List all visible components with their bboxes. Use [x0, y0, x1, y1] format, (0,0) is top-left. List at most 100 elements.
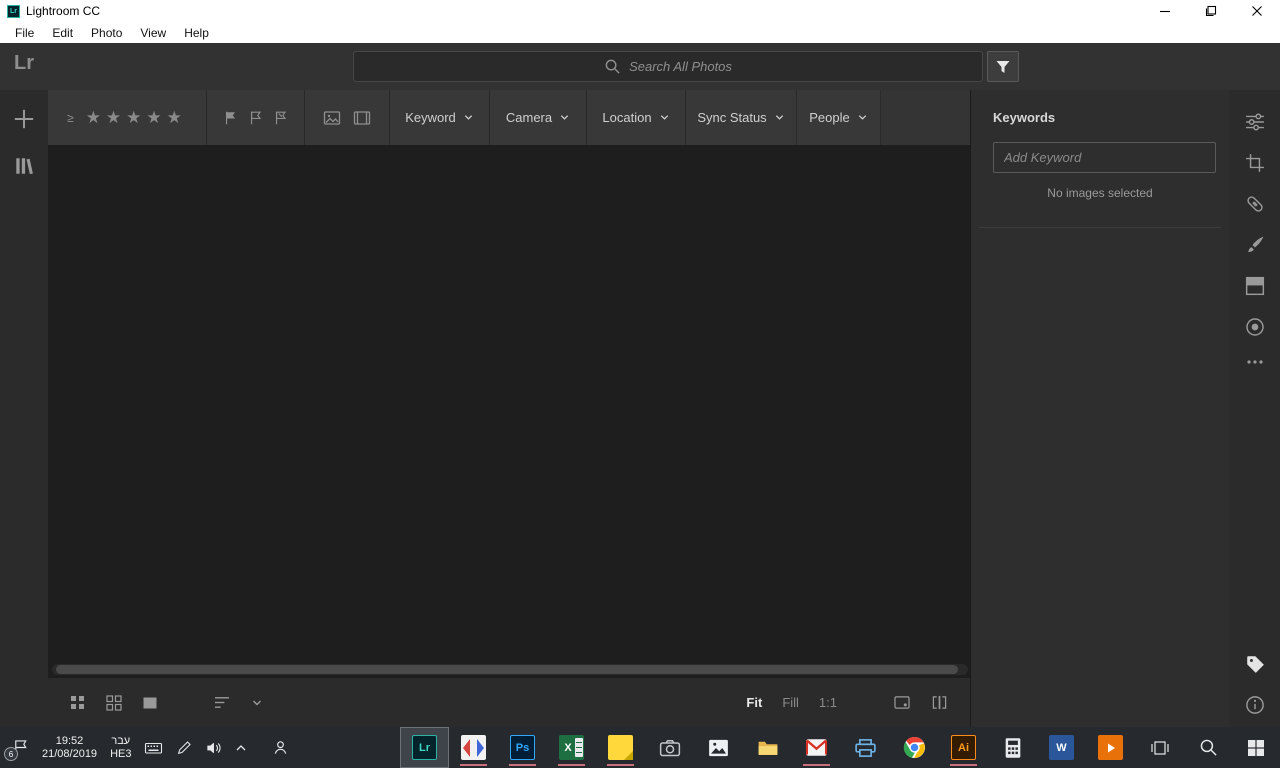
add-photos-button[interactable]: [13, 108, 35, 130]
add-keyword-input[interactable]: [993, 142, 1216, 173]
thumbnail-badge-icon: [894, 696, 910, 709]
flag-reject-icon[interactable]: [273, 110, 289, 126]
sync-status-dropdown[interactable]: Sync Status: [686, 90, 797, 145]
taskbar-app-paint[interactable]: [449, 727, 498, 768]
plus-icon: [14, 109, 34, 129]
taskbar-app-photos[interactable]: [694, 727, 743, 768]
search-input[interactable]: Search All Photos: [353, 51, 983, 82]
single-photo-view-button[interactable]: [142, 695, 158, 711]
camera-dropdown[interactable]: Camera: [490, 90, 587, 145]
taskbar-app-word[interactable]: W: [1037, 727, 1086, 768]
grid-large-icon: [106, 694, 122, 711]
speaker-icon: [207, 742, 221, 753]
rating-ge-toggle[interactable]: ≥: [67, 111, 74, 125]
people-dropdown[interactable]: People: [797, 90, 881, 145]
tag-icon: [1246, 656, 1264, 673]
sort-button[interactable]: [214, 695, 231, 710]
task-view-button[interactable]: [1136, 727, 1184, 768]
taskbar-app-video-player[interactable]: [1086, 727, 1135, 768]
taskbar-clock[interactable]: 19:52 21/08/2019: [42, 735, 97, 761]
filter-bar-spacer: [881, 90, 970, 145]
camera-icon: [659, 739, 680, 756]
media-type-filter[interactable]: [305, 90, 390, 145]
zoom-fit-button[interactable]: Fit: [746, 695, 762, 710]
taskbar-search-button[interactable]: [1184, 727, 1232, 768]
tray-expand-button[interactable]: [235, 743, 247, 753]
volume-button[interactable]: [205, 740, 222, 756]
printer-icon: [855, 738, 876, 757]
taskbar-app-camera[interactable]: [645, 727, 694, 768]
left-rail: [0, 90, 48, 727]
chrome-icon: [903, 736, 926, 759]
radial-gradient-button[interactable]: [1245, 317, 1265, 337]
crop-button[interactable]: [1245, 153, 1265, 173]
taskbar-app-mail[interactable]: [792, 727, 841, 768]
edit-sliders-icon: [1245, 113, 1264, 131]
grid-view-small-button[interactable]: [70, 695, 86, 711]
rating-filter[interactable]: ≥ ★★★★★: [48, 90, 207, 145]
more-tools-button[interactable]: [1246, 358, 1264, 366]
horizontal-scrollbar[interactable]: [52, 664, 968, 675]
zoom-fill-button[interactable]: Fill: [782, 695, 799, 710]
flag-filter[interactable]: [207, 90, 305, 145]
funnel-icon: [996, 60, 1010, 73]
taskbar-app-illustrator[interactable]: Ai: [939, 727, 988, 768]
taskbar-app-file-explorer[interactable]: [743, 727, 792, 768]
menu-view[interactable]: View: [131, 22, 175, 43]
split-view-button[interactable]: [931, 695, 948, 710]
pen-settings-button[interactable]: [176, 740, 192, 756]
brush-button[interactable]: [1245, 235, 1265, 255]
menu-help[interactable]: Help: [175, 22, 218, 43]
keyword-dropdown-label: Keyword: [405, 110, 456, 125]
minimize-button[interactable]: [1142, 0, 1188, 22]
my-photos-button[interactable]: [13, 156, 35, 176]
menu-edit[interactable]: Edit: [43, 22, 82, 43]
taskbar-app-calculator[interactable]: [988, 727, 1037, 768]
menu-file[interactable]: File: [6, 22, 43, 43]
video-icon[interactable]: [353, 110, 371, 126]
grid-view-large-button[interactable]: [106, 694, 122, 711]
close-button[interactable]: [1234, 0, 1280, 22]
menu-photo[interactable]: Photo: [82, 22, 131, 43]
healing-brush-button[interactable]: [1245, 194, 1265, 214]
photo-icon[interactable]: [323, 110, 341, 126]
action-center-button[interactable]: 6: [4, 739, 29, 761]
taskbar-app-excel[interactable]: X: [547, 727, 596, 768]
start-button[interactable]: [1232, 727, 1280, 768]
language-indicator[interactable]: עבר HE3: [110, 735, 131, 761]
flag-pick-icon[interactable]: [223, 110, 239, 126]
linear-gradient-button[interactable]: [1245, 276, 1265, 296]
location-dropdown[interactable]: Location: [587, 90, 686, 145]
restore-button[interactable]: [1188, 0, 1234, 22]
keyword-dropdown[interactable]: Keyword: [390, 90, 490, 145]
scrollbar-thumb[interactable]: [56, 665, 958, 674]
taskbar-app-photoshop[interactable]: Ps: [498, 727, 547, 768]
word-icon: W: [1049, 735, 1074, 760]
sort-icon: [215, 697, 230, 708]
brush-icon: [1247, 236, 1263, 253]
show-badges-button[interactable]: [893, 695, 911, 710]
taskbar-app-sticky-notes[interactable]: [596, 727, 645, 768]
zoom-1-1-button[interactable]: 1:1: [819, 695, 837, 710]
keywords-tab-button[interactable]: [1245, 654, 1265, 674]
grid-small-icon: [71, 695, 84, 709]
taskbar-app-lightroom[interactable]: Lr: [400, 727, 449, 768]
taskbar-app-chrome[interactable]: [890, 727, 939, 768]
paint-icon: [461, 735, 486, 760]
sort-menu-button[interactable]: [251, 697, 263, 709]
edit-button[interactable]: [1244, 112, 1266, 132]
language-name: עבר: [111, 734, 131, 747]
taskbar-app-printer[interactable]: [841, 727, 890, 768]
flag-unflagged-icon[interactable]: [248, 110, 264, 126]
photo-grid-area[interactable]: [48, 145, 970, 678]
people-button[interactable]: [272, 739, 289, 756]
filter-button[interactable]: [987, 51, 1019, 82]
lightroom-app: Lr Search All Photos ≥ ★★★★★ Keyword Cam…: [0, 43, 1280, 727]
windows-logo-icon: [1248, 739, 1264, 756]
window-title: Lightroom CC: [26, 4, 101, 18]
app-icon: Lr: [7, 4, 20, 18]
star-rating-filter[interactable]: ★★★★★: [81, 108, 187, 128]
touch-keyboard-button[interactable]: [144, 740, 163, 756]
chevron-down-icon: [253, 700, 261, 705]
info-button[interactable]: [1245, 695, 1265, 715]
